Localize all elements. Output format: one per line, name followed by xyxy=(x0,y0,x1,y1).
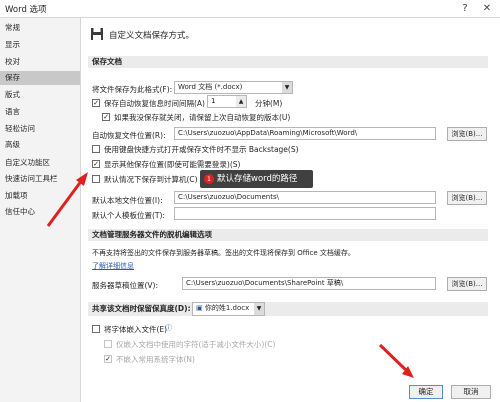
show-more-locations-label: 显示其他保存位置(即使可能需要登录)(S) xyxy=(104,160,241,169)
sidebar-item-display[interactable]: 显示 xyxy=(0,38,80,52)
embed-used-only-checkbox[interactable] xyxy=(104,340,112,348)
no-backstage-checkbox[interactable] xyxy=(92,145,100,153)
save-icon xyxy=(91,28,103,40)
templates-label: 默认个人模板位置(T): xyxy=(92,211,165,220)
title-bar: Word 选项 ? ✕ xyxy=(0,0,500,18)
section-fidelity: 共享该文档时保留保真度(D): xyxy=(88,302,488,316)
autorecover-path-label: 自动恢复文件位置(R): xyxy=(92,131,166,140)
autorecover-checkbox[interactable]: ✓ xyxy=(92,99,100,107)
save-to-computer-label: 默认情况下保存到计算机(C) xyxy=(104,175,198,184)
sidebar-item-language[interactable]: 语言 xyxy=(0,105,80,119)
show-more-locations-checkbox[interactable]: ✓ xyxy=(92,160,100,168)
chevron-down-icon: ▼ xyxy=(254,303,264,315)
offline-description: 不再支持将签出的文件保存到服务器草稿。签出的文件现将保存到 Office 文档缓… xyxy=(92,249,355,257)
sidebar-item-addins[interactable]: 加载项 xyxy=(0,189,80,203)
embed-fonts-checkbox[interactable] xyxy=(92,325,100,333)
sidebar-item-advanced[interactable]: 高级 xyxy=(0,138,80,152)
annotation-number-badge: 1 xyxy=(204,174,214,184)
no-backstage-label: 使用键盘快捷方式打开或保存文件时不显示 Backstage(S) xyxy=(104,145,299,154)
learn-more-link[interactable]: 了解详细信息 xyxy=(92,261,134,271)
help-icon[interactable]: ? xyxy=(456,1,474,16)
ok-button[interactable]: 确定 xyxy=(409,385,443,399)
local-path-label: 默认本地文件位置(I): xyxy=(92,196,163,205)
browse-autorecover-button[interactable]: 浏览(B)... xyxy=(447,127,487,141)
embed-used-only-label: 仅嵌入文档中使用的字符(适于减小文件大小)(C) xyxy=(116,340,276,349)
drafts-path-input[interactable]: C:\Users\zuozuo\Documents\SharePoint 草稿\ xyxy=(182,277,436,290)
templates-input[interactable] xyxy=(174,207,436,220)
fidelity-label: 共享该文档时保留保真度(D): xyxy=(92,304,191,313)
main-panel: 自定义文档保存方式。 保存文档 将文件保存为此格式(F): Word 文档 (*… xyxy=(82,18,500,402)
chevron-down-icon: ▼ xyxy=(282,82,292,93)
page-title: 自定义文档保存方式。 xyxy=(109,31,195,41)
sidebar-item-accessibility[interactable]: 轻松访问 xyxy=(0,122,80,136)
format-select[interactable]: Word 文档 (*.docx) ▼ xyxy=(174,81,293,94)
annotation-text: 默认存储word的路径 xyxy=(217,174,298,184)
autorecover-minutes-input[interactable]: 1 ▲ xyxy=(207,95,247,108)
spinner-icon[interactable]: ▲ xyxy=(236,96,246,107)
sidebar-item-trust-center[interactable]: 信任中心 xyxy=(0,205,80,219)
embed-fonts-label: 将字体嵌入文件(E) xyxy=(104,325,168,334)
browse-drafts-button[interactable]: 浏览(B)... xyxy=(447,277,487,291)
browse-local-button[interactable]: 浏览(B)... xyxy=(447,191,487,205)
close-icon[interactable]: ✕ xyxy=(478,1,496,16)
section-save-documents: 保存文档 xyxy=(88,56,488,68)
sidebar: 常规 显示 校对 保存 版式 语言 轻松访问 高级 自定义功能区 快速访问工具栏… xyxy=(0,18,81,402)
cancel-button[interactable]: 取消 xyxy=(451,385,491,399)
sidebar-item-save[interactable]: 保存 xyxy=(0,71,80,85)
document-icon: ▣ xyxy=(196,304,205,312)
local-path-input[interactable]: C:\Users\zuozuo\Documents\ xyxy=(174,191,436,204)
save-to-computer-checkbox[interactable] xyxy=(92,175,100,183)
section-offline-editing: 文档管理服务器文件的脱机编辑选项 xyxy=(88,229,488,241)
sidebar-item-layout[interactable]: 版式 xyxy=(0,88,80,102)
drafts-path-label: 服务器草稿位置(V): xyxy=(92,281,159,290)
no-system-fonts-checkbox[interactable]: ✓ xyxy=(104,355,112,363)
keep-last-version-label: 如果我没保存就关闭，请保留上次自动恢复的版本(U) xyxy=(114,113,291,122)
sidebar-item-quick-access[interactable]: 快速访问工具栏 xyxy=(0,172,80,186)
info-icon: ⓘ xyxy=(165,324,172,332)
format-label: 将文件保存为此格式(F): xyxy=(92,85,173,94)
sidebar-item-general[interactable]: 常规 xyxy=(0,21,80,35)
sidebar-item-customize-ribbon[interactable]: 自定义功能区 xyxy=(0,156,80,170)
fidelity-doc-select[interactable]: ▣ 你的姓1.docx ▼ xyxy=(192,302,265,316)
sidebar-item-proofing[interactable]: 校对 xyxy=(0,55,80,69)
keep-last-version-checkbox[interactable]: ✓ xyxy=(102,113,110,121)
no-system-fonts-label: 不嵌入常用系统字体(N) xyxy=(116,355,195,364)
autorecover-path-input[interactable]: C:\Users\zuozuo\AppData\Roaming\Microsof… xyxy=(174,127,436,140)
autorecover-label: 保存自动恢复信息时间间隔(A) xyxy=(104,99,205,108)
autorecover-unit: 分钟(M) xyxy=(255,99,283,108)
annotation-tooltip: 1 默认存储word的路径 xyxy=(200,170,313,188)
window-title: Word 选项 xyxy=(5,5,47,15)
